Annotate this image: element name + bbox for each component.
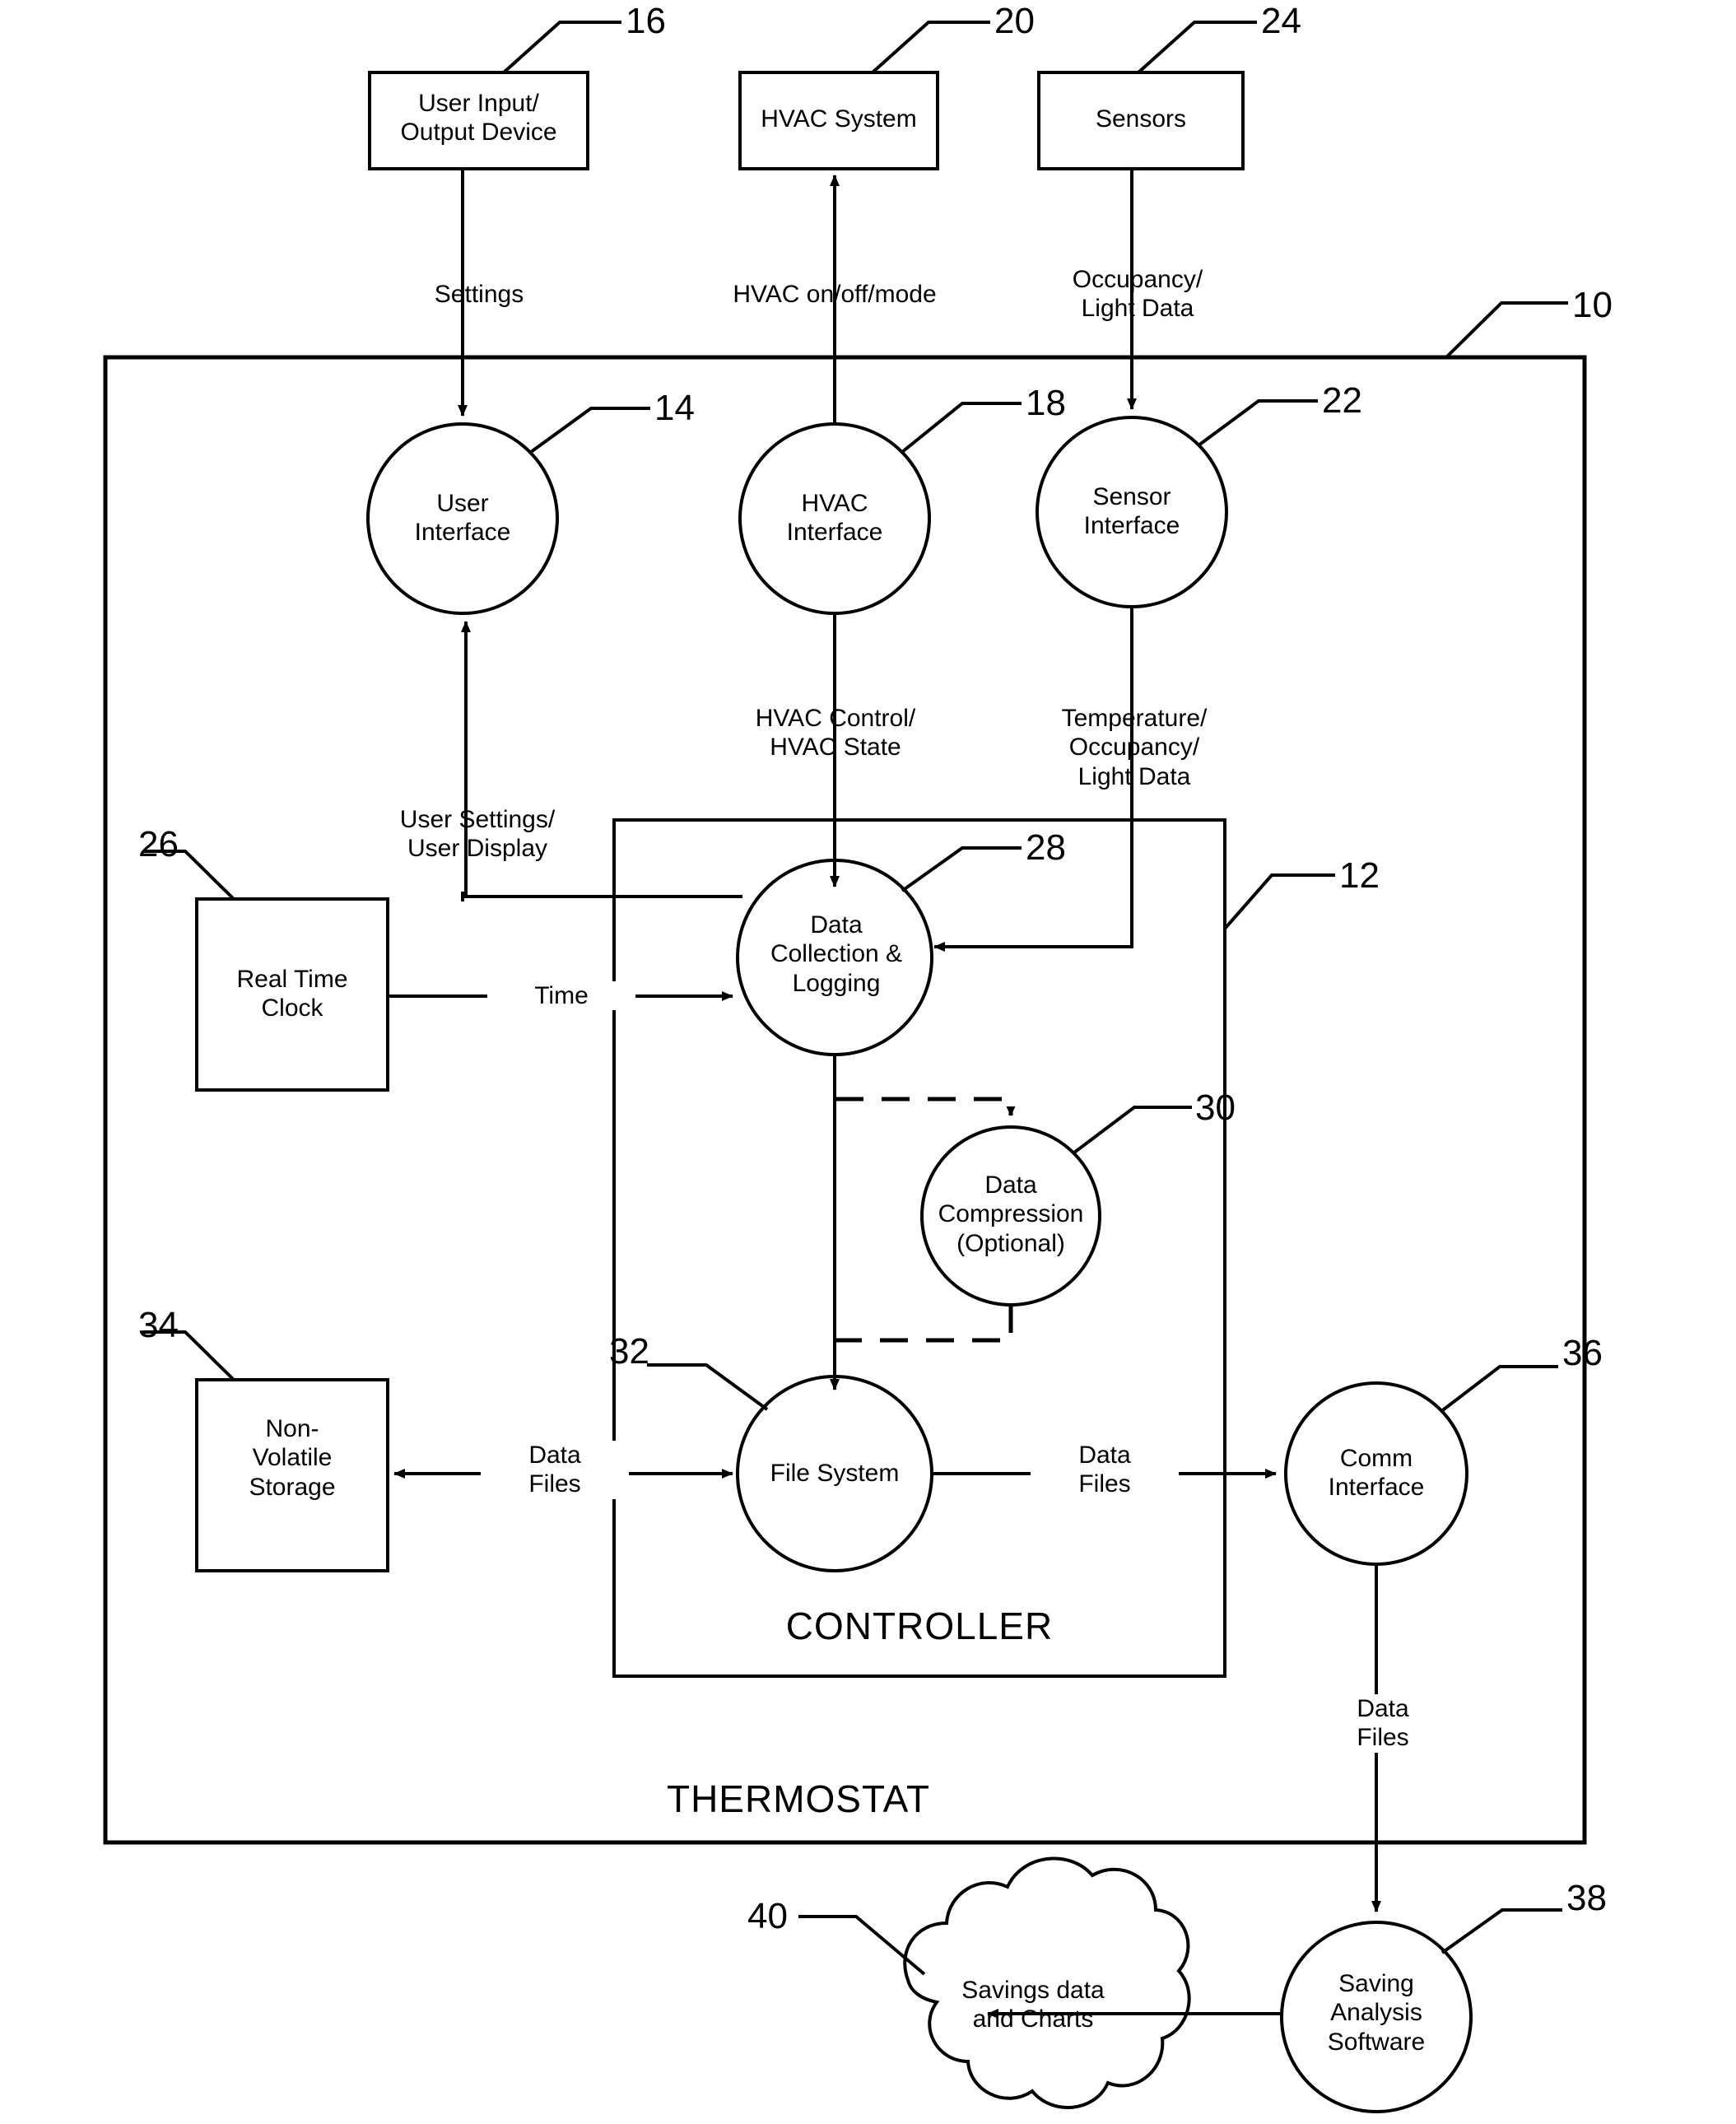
flow-occupancy-light-data-label: Occupancy/ Light Data xyxy=(1072,266,1203,323)
flow-data-files-comm-label: Data Files xyxy=(1031,1441,1179,1499)
flow-data-files-out-label: Data Files xyxy=(1309,1694,1457,1753)
flow-time-label: Time xyxy=(487,981,635,1011)
flow-hvac-on-off-mode-label: HVAC on/off/mode xyxy=(733,281,937,308)
ref-28: 28 xyxy=(1026,827,1066,868)
circle-comm-interface-label: Comm Interface xyxy=(1328,1445,1425,1502)
ref-38: 38 xyxy=(1566,1878,1607,1918)
circle-data-collection-logging-label: Data Collection & Logging xyxy=(770,911,903,997)
patent-figure: User Input/ Output Device HVAC System Se… xyxy=(0,0,1736,2124)
ref-12: 12 xyxy=(1339,855,1380,896)
box-sensors-label: Sensors xyxy=(1095,105,1187,133)
ref-14: 14 xyxy=(654,388,695,428)
cloud-savings-data-and-charts-label: Savings data and Charts xyxy=(961,1977,1105,2033)
flow-user-settings-display-label: User Settings/ User Display xyxy=(399,806,556,863)
circle-data-compression-label: Data Compression (Optional) xyxy=(938,1171,1084,1257)
circle-file-system-label: File System xyxy=(770,1460,900,1487)
box-user-io-label: User Input/ Output Device xyxy=(400,90,557,147)
ref-36: 36 xyxy=(1562,1333,1603,1373)
circle-sensor-interface-label: Sensor Interface xyxy=(1083,483,1180,540)
ref-24: 24 xyxy=(1261,1,1301,41)
flow-hvac-control-state-label: HVAC Control/ HVAC State xyxy=(755,705,916,762)
ref-32: 32 xyxy=(609,1331,649,1372)
box-non-volatile-storage-label: Non- Volatile Storage xyxy=(249,1415,336,1501)
box-hvac-system-label: HVAC System xyxy=(761,105,917,133)
container-controller-label: CONTROLLER xyxy=(785,1605,1054,1647)
ref-10: 10 xyxy=(1572,285,1613,325)
ref-26: 26 xyxy=(138,824,179,864)
ref-40: 40 xyxy=(747,1896,788,1936)
flow-settings-label: Settings xyxy=(434,281,524,308)
circle-saving-analysis-software-label: Saving Analysis Software xyxy=(1327,1970,1426,2056)
ref-16: 16 xyxy=(626,1,666,41)
container-thermostat-label: THERMOSTAT xyxy=(666,1777,931,1820)
box-real-time-clock-label: Real Time Clock xyxy=(236,966,348,1022)
ref-34: 34 xyxy=(138,1305,179,1345)
flow-temperature-occupancy-light-label: Temperature/ Occupancy/ Light Data xyxy=(1061,705,1208,790)
flow-data-files-storage-label: Data Files xyxy=(481,1441,629,1499)
ref-18: 18 xyxy=(1026,383,1066,423)
ref-30: 30 xyxy=(1195,1088,1236,1128)
circle-hvac-interface-label: HVAC Interface xyxy=(786,490,883,547)
ref-22: 22 xyxy=(1322,380,1362,421)
circle-user-interface-label: User Interface xyxy=(414,490,511,547)
ref-20: 20 xyxy=(994,1,1035,41)
